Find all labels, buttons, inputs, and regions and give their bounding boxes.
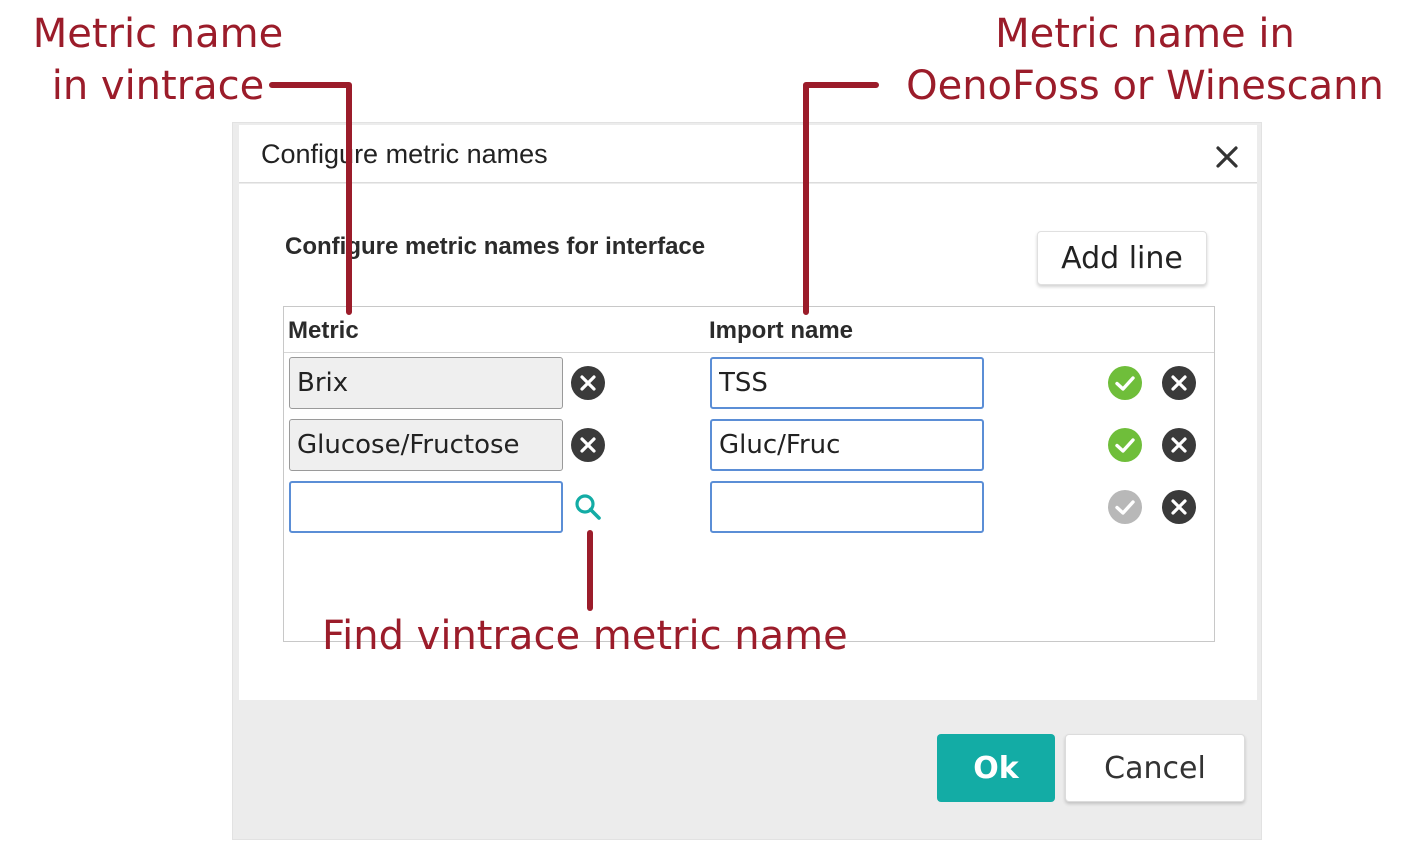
configure-metric-names-dialog: Configure metric names Configure metric … <box>232 122 1262 840</box>
cancel-button[interactable]: Cancel <box>1065 734 1245 802</box>
metric-input[interactable] <box>289 481 563 533</box>
delete-row-icon[interactable] <box>1162 490 1196 524</box>
clear-metric-icon[interactable] <box>571 366 605 400</box>
table-header: Metric Import name <box>284 307 1214 353</box>
annotation-line: OenoFoss or Winescann <box>906 63 1384 109</box>
column-header-import-name: Import name <box>709 317 854 344</box>
column-header-metric: Metric <box>288 317 359 344</box>
search-icon[interactable] <box>571 490 605 524</box>
table-row: Brix <box>284 357 1214 409</box>
import-name-input[interactable] <box>710 357 984 409</box>
metric-field[interactable]: Glucose/Fructose <box>289 419 563 471</box>
accept-check-icon[interactable] <box>1108 490 1142 524</box>
section-title: Configure metric names for interface <box>285 233 706 260</box>
annotation-find-metric: Find vintrace metric name <box>322 613 848 659</box>
import-name-input[interactable] <box>710 419 984 471</box>
clear-metric-icon[interactable] <box>571 428 605 462</box>
accept-check-icon[interactable] <box>1108 366 1142 400</box>
annotation-line: in vintrace <box>51 63 265 109</box>
accept-check-icon[interactable] <box>1108 428 1142 462</box>
table-row <box>284 481 1214 533</box>
annotation-metric-name-external: Metric name in OenoFoss or Winescann <box>880 8 1410 112</box>
annotation-metric-name-vintrace: Metric name in vintrace <box>18 8 298 112</box>
annotation-line: Metric name in <box>995 11 1295 57</box>
delete-row-icon[interactable] <box>1162 366 1196 400</box>
annotation-line: Metric name <box>32 11 284 57</box>
metric-mapping-table: Metric Import name Brix Glucose/Fruc <box>283 306 1215 642</box>
dialog-title: Configure metric names <box>261 139 548 169</box>
import-name-input[interactable] <box>710 481 984 533</box>
dialog-header: Configure metric names <box>239 125 1257 183</box>
metric-field[interactable]: Brix <box>289 357 563 409</box>
close-icon[interactable] <box>1213 143 1241 171</box>
add-line-button[interactable]: Add line <box>1037 231 1207 285</box>
delete-row-icon[interactable] <box>1162 428 1196 462</box>
ok-button[interactable]: Ok <box>937 734 1055 802</box>
table-row: Glucose/Fructose <box>284 419 1214 471</box>
